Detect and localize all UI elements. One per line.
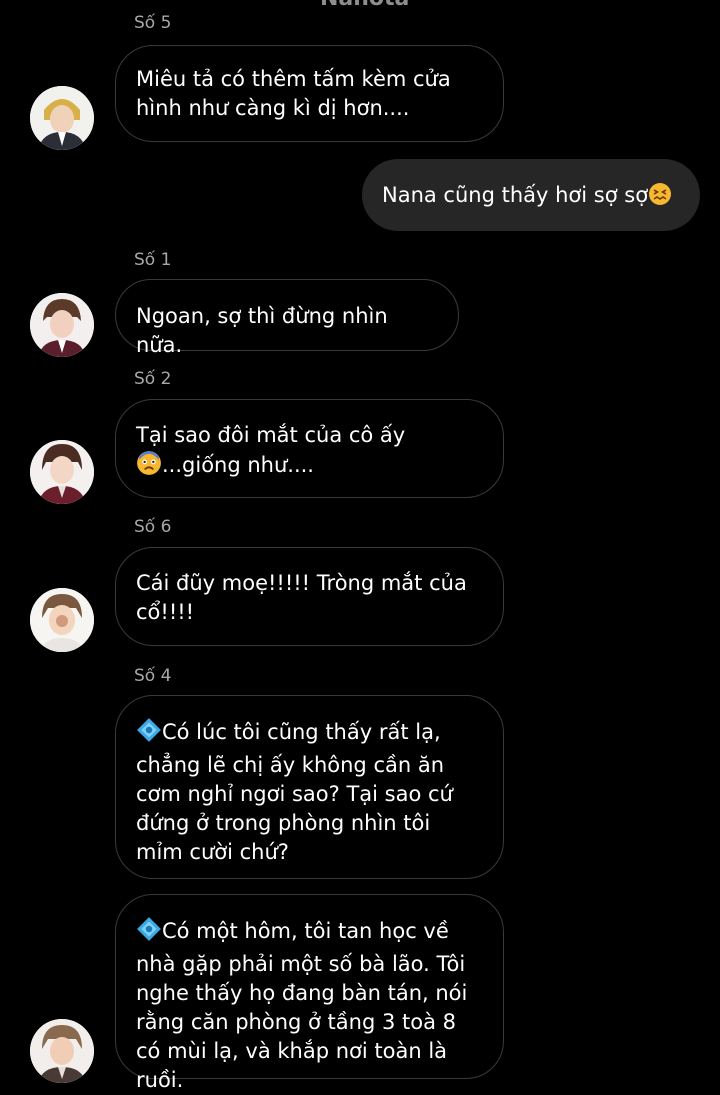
chat-header-partial: Nanota	[320, 0, 409, 11]
sender-label: Số 4	[134, 666, 172, 686]
message-text: Nana cũng thấy hơi sợ sợ	[382, 183, 649, 207]
message-text: Cái đũy moẹ!!!!! Tròng mắt của cổ!!!!	[136, 571, 467, 624]
message-text-line: ...giống như....	[162, 453, 314, 477]
message-text-line: Tại sao đôi mắt của cô ấy	[136, 423, 406, 447]
message-text: Có một hôm, tôi tan học về nhà gặp phải …	[136, 919, 468, 1092]
avatar-image	[30, 440, 94, 504]
avatar-image	[30, 293, 94, 357]
avatar-image	[30, 1019, 94, 1083]
sender-label: Số 1	[134, 250, 172, 270]
avatar[interactable]	[30, 588, 94, 652]
diamond-dot-icon	[136, 916, 162, 950]
message-text: Có lúc tôi cũng thấy rất lạ, chẳng lẽ ch…	[136, 720, 453, 864]
sender-label: Số 5	[134, 13, 172, 33]
message-bubble[interactable]: Có lúc tôi cũng thấy rất lạ, chẳng lẽ ch…	[115, 695, 504, 879]
message-bubble[interactable]: Có một hôm, tôi tan học về nhà gặp phải …	[115, 894, 504, 1092]
sender-label: Số 6	[134, 517, 172, 537]
message-text: Ngoan, sợ thì đừng nhìn nữa.	[136, 304, 388, 357]
message-bubble[interactable]: Miêu tả có thêm tấm kèm cửa hình như càn…	[115, 45, 504, 142]
avatar[interactable]	[30, 440, 94, 504]
diamond-dot-icon	[136, 717, 162, 751]
avatar[interactable]	[30, 86, 94, 150]
avatar[interactable]	[30, 1019, 94, 1083]
avatar-image	[30, 588, 94, 652]
message-bubble[interactable]: Tại sao đôi mắt của cô ấy ...giống như..…	[115, 399, 504, 498]
avatar[interactable]	[30, 293, 94, 357]
confounded-face-icon	[648, 182, 672, 214]
message-bubble[interactable]: Ngoan, sợ thì đừng nhìn nữa.	[115, 279, 459, 357]
sender-label: Số 2	[134, 369, 172, 389]
outgoing-message-bubble[interactable]: Nana cũng thấy hơi sợ sợ	[362, 159, 700, 231]
message-bubble[interactable]: Cái đũy moẹ!!!!! Tròng mắt của cổ!!!!	[115, 547, 504, 646]
anxious-face-icon	[136, 450, 162, 484]
message-text: Miêu tả có thêm tấm kèm cửa hình như càn…	[136, 67, 451, 120]
avatar-image	[30, 86, 94, 150]
